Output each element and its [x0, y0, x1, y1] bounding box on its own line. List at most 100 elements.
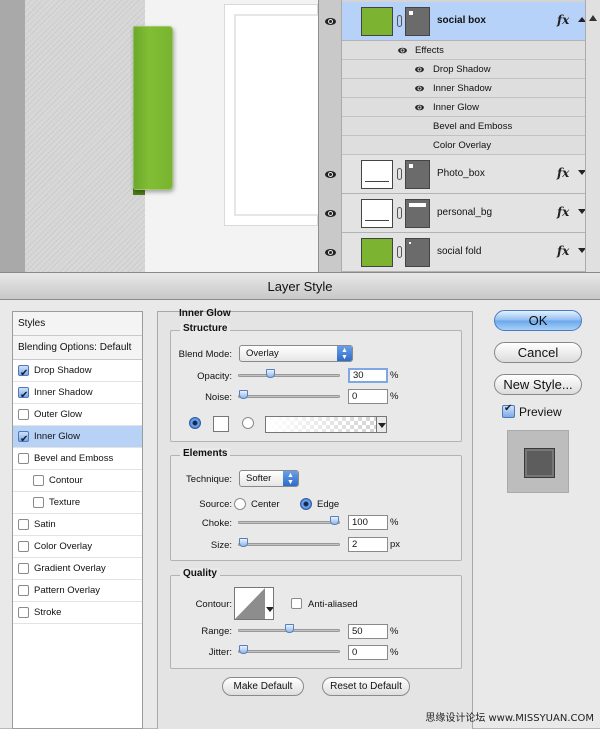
eye-icon[interactable] — [415, 85, 424, 92]
style-checkbox[interactable] — [33, 497, 44, 508]
chain-link-icon[interactable] — [397, 168, 402, 180]
anti-aliased-checkbox[interactable] — [291, 598, 302, 609]
vector-mask-thumbnail[interactable] — [405, 7, 430, 36]
style-item-color-overlay[interactable]: Color Overlay — [13, 536, 142, 558]
gradient-dropdown-icon[interactable] — [376, 417, 386, 432]
panel-title: Inner Glow — [179, 308, 231, 319]
make-default-button[interactable]: Make Default — [222, 677, 304, 696]
layer-visibility-toggle[interactable] — [319, 194, 342, 233]
glow-color-swatch[interactable] — [213, 416, 229, 432]
style-item-contour[interactable]: Contour — [13, 470, 142, 492]
layer-row-photo-box[interactable]: Photo_box fx — [325, 155, 600, 194]
layer-visibility-toggle[interactable] — [319, 155, 342, 194]
layers-scrollbar[interactable] — [585, 0, 600, 272]
noise-input[interactable]: 0 — [348, 389, 388, 404]
reset-to-default-button[interactable]: Reset to Default — [322, 677, 410, 696]
effect-row-bevel-and-emboss[interactable]: Bevel and Emboss — [342, 117, 586, 136]
style-item-gradient-overlay[interactable]: Gradient Overlay — [13, 558, 142, 580]
style-checkbox[interactable] — [18, 453, 29, 464]
range-input[interactable]: 50 — [348, 624, 388, 639]
jitter-slider[interactable] — [238, 645, 340, 654]
style-checkbox[interactable] — [18, 563, 29, 574]
choke-slider-thumb[interactable] — [330, 516, 339, 525]
noise-slider-thumb[interactable] — [239, 390, 248, 399]
effect-row-color-overlay[interactable]: Color Overlay — [342, 136, 586, 155]
style-item-texture[interactable]: Texture — [13, 492, 142, 514]
scroll-up-arrow-icon[interactable] — [589, 15, 597, 21]
size-input[interactable]: 2 — [348, 537, 388, 552]
social-box-ribbon — [133, 26, 173, 190]
layer-name: social fold — [437, 246, 482, 257]
glow-gradient-picker[interactable] — [265, 416, 387, 433]
solid-color-radio[interactable] — [189, 417, 201, 429]
opacity-slider-thumb[interactable] — [266, 369, 275, 378]
opacity-slider[interactable] — [238, 369, 340, 378]
effect-label: Inner Shadow — [433, 83, 492, 94]
style-item-inner-shadow[interactable]: Inner Shadow — [13, 382, 142, 407]
effects-header-row[interactable]: Effects — [342, 41, 586, 60]
styles-header[interactable]: Styles — [13, 312, 142, 336]
source-center-radio[interactable] — [234, 498, 246, 510]
layer-row-social-fold[interactable]: social fold fx — [325, 233, 600, 272]
layer-row-social-box[interactable]: social box fx — [325, 2, 600, 41]
style-item-label: Pattern Overlay — [34, 584, 100, 596]
style-item-drop-shadow[interactable]: Drop Shadow — [13, 360, 142, 385]
document-canvas[interactable] — [0, 0, 318, 272]
style-checkbox[interactable] — [18, 607, 29, 618]
style-checkbox[interactable] — [18, 541, 29, 552]
layer-visibility-toggle[interactable] — [319, 2, 342, 41]
style-checkbox[interactable] — [18, 385, 29, 407]
vector-mask-thumbnail[interactable] — [405, 160, 430, 189]
style-checkbox[interactable] — [18, 409, 29, 420]
eye-icon[interactable] — [415, 66, 424, 73]
fx-icon[interactable]: fx — [557, 13, 569, 27]
chain-link-icon[interactable] — [397, 15, 402, 27]
fx-icon[interactable]: fx — [557, 205, 569, 219]
technique-select[interactable]: Softer ▲ ▼ — [239, 470, 299, 487]
fx-icon[interactable]: fx — [557, 166, 569, 180]
gradient-radio[interactable] — [242, 417, 254, 429]
contour-dropdown-icon[interactable] — [266, 607, 273, 612]
choke-input[interactable]: 100 — [348, 515, 388, 530]
chain-link-icon[interactable] — [397, 246, 402, 258]
range-slider[interactable] — [238, 624, 340, 633]
style-checkbox[interactable] — [18, 363, 29, 385]
style-checkbox[interactable] — [18, 585, 29, 596]
style-item-satin[interactable]: Satin — [13, 514, 142, 536]
style-item-inner-glow[interactable]: Inner Glow — [13, 426, 142, 451]
contour-picker[interactable] — [234, 587, 274, 620]
cancel-button[interactable]: Cancel — [494, 342, 582, 363]
style-checkbox[interactable] — [18, 519, 29, 530]
layer-row-personal-bg[interactable]: personal_bg fx — [325, 194, 600, 233]
chain-link-icon[interactable] — [397, 207, 402, 219]
eye-icon[interactable] — [398, 47, 407, 54]
style-item-pattern-overlay[interactable]: Pattern Overlay — [13, 580, 142, 602]
opacity-input[interactable]: 30 — [348, 368, 388, 383]
blending-options-item[interactable]: Blending Options: Default — [13, 336, 142, 360]
choke-slider[interactable] — [238, 516, 340, 525]
effect-row-inner-shadow[interactable]: Inner Shadow — [342, 79, 586, 98]
size-slider-thumb[interactable] — [239, 538, 248, 547]
ok-button[interactable]: OK — [494, 310, 582, 331]
jitter-input[interactable]: 0 — [348, 645, 388, 660]
fx-icon[interactable]: fx — [557, 244, 569, 258]
noise-slider[interactable] — [238, 390, 340, 399]
new-style-button[interactable]: New Style... — [494, 374, 582, 395]
style-checkbox[interactable] — [33, 475, 44, 486]
source-edge-radio[interactable] — [300, 498, 312, 510]
style-checkbox[interactable] — [18, 429, 29, 451]
jitter-slider-thumb[interactable] — [239, 645, 248, 654]
size-slider[interactable] — [238, 538, 340, 547]
effect-row-drop-shadow[interactable]: Drop Shadow — [342, 60, 586, 79]
blend-mode-select[interactable]: Overlay ▲ ▼ — [239, 345, 353, 362]
preview-checkbox[interactable] — [502, 403, 515, 418]
eye-icon[interactable] — [415, 104, 424, 111]
style-item-stroke[interactable]: Stroke — [13, 602, 142, 624]
style-item-bevel-and-emboss[interactable]: Bevel and Emboss — [13, 448, 142, 470]
layer-visibility-toggle[interactable] — [319, 233, 342, 272]
range-slider-thumb[interactable] — [285, 624, 294, 633]
effect-row-inner-glow[interactable]: Inner Glow — [342, 98, 586, 117]
vector-mask-thumbnail[interactable] — [405, 238, 430, 267]
vector-mask-thumbnail[interactable] — [405, 199, 430, 228]
style-item-outer-glow[interactable]: Outer Glow — [13, 404, 142, 426]
